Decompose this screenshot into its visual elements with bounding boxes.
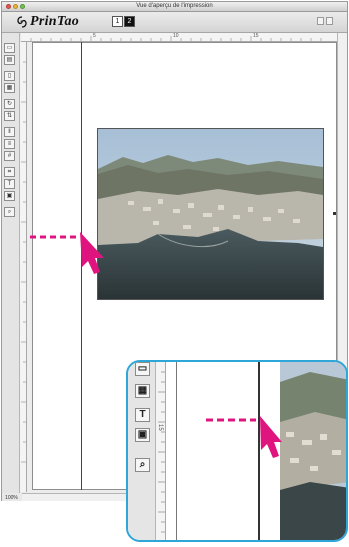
layout-icon[interactable]: ▦ (4, 83, 15, 93)
ruler-label-10: 10 (173, 33, 179, 39)
ruler-ticks (30, 36, 322, 41)
align-icon[interactable]: ≡ (4, 139, 15, 149)
inset-city-photo (280, 362, 346, 540)
inset-zoom-tool-icon[interactable]: ⌕ (135, 458, 150, 472)
resize-handle[interactable] (333, 212, 336, 215)
window-title: Vue d'aperçu de l'impression (136, 3, 213, 9)
logo-text: PrinTao (30, 14, 80, 29)
inset-tool-sidebar: ▭ ▦ T ▣ ⌕ (128, 362, 156, 540)
inset-page-margin (166, 362, 177, 540)
inset-margin-guide-line[interactable] (258, 362, 260, 540)
margin-guide-line[interactable] (81, 42, 82, 490)
inset-ruler-label: 15 (157, 424, 163, 431)
toolbar: PrinTao 1 2 (2, 12, 347, 33)
printao-swirl-icon (17, 16, 27, 28)
ruler-label-15: 15 (253, 33, 259, 39)
title-bar: Vue d'aperçu de l'impression (2, 2, 347, 12)
rotate-icon[interactable]: ↻ (4, 99, 15, 109)
columns-icon[interactable]: ‖ (4, 127, 15, 137)
inset-pointer-arrow-icon (260, 416, 282, 458)
printao-logo: PrinTao (16, 14, 79, 30)
toolbar-toggle-icon[interactable] (317, 17, 324, 25)
page-1-button[interactable]: 1 (112, 16, 123, 27)
page-2-button[interactable]: 2 (124, 16, 135, 27)
inset-photo (280, 362, 346, 540)
inset-image-tool-icon[interactable]: ▣ (135, 428, 150, 442)
inset-ruler-ticks (158, 371, 165, 533)
fit-page-icon[interactable]: ▭ (4, 43, 15, 53)
vertical-ruler-ticks (21, 61, 26, 463)
flip-icon[interactable]: ⇅ (4, 111, 15, 121)
city-photo (98, 129, 323, 299)
photo-frame[interactable] (98, 129, 323, 299)
inset-fit-icon[interactable]: ▭ (135, 362, 150, 376)
inset-text-tool-icon[interactable]: T (135, 408, 150, 422)
inset-vertical-ruler: 15 (156, 362, 166, 540)
ruler-label-5: 5 (93, 33, 96, 39)
portrait-icon[interactable]: ▯ (4, 71, 15, 81)
zoom-inset: ▭ ▦ T ▣ ⌕ 15 (126, 360, 348, 542)
inset-grid-icon[interactable]: ▦ (135, 384, 150, 398)
horizontal-ruler: 5 10 15 (21, 33, 337, 42)
image-tool-icon[interactable]: ▣ (4, 191, 15, 201)
tool-sidebar: ▭ ▤ ▯ ▦ ↻ ⇅ ‖ ≡ # ⌗ T ▣ ⌕ (2, 33, 20, 493)
page-size-icon[interactable]: ▤ (4, 55, 15, 65)
vertical-ruler (20, 42, 27, 492)
grid-icon[interactable]: # (4, 151, 15, 161)
zoom-tool-icon[interactable]: ⌕ (4, 207, 15, 217)
toolbar-options-icon[interactable] (326, 17, 333, 25)
text-tool-icon[interactable]: T (4, 179, 15, 189)
crop-icon[interactable]: ⌗ (4, 167, 15, 177)
